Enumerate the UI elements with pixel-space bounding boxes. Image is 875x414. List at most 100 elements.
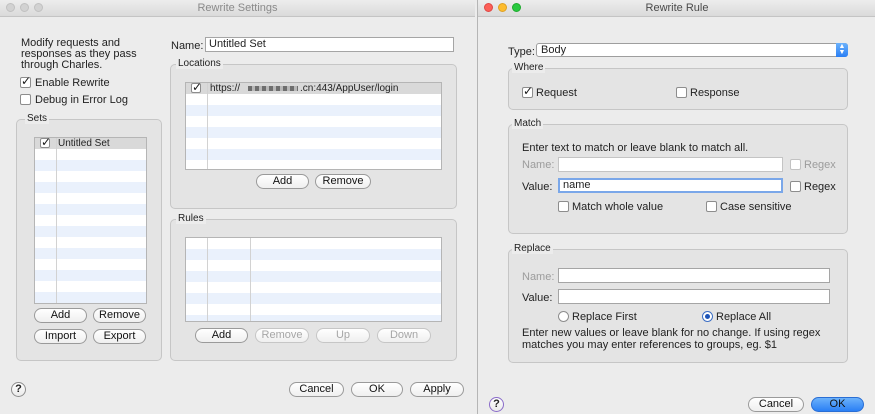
match-hint: Enter text to match or leave blank to ma…: [522, 142, 749, 154]
where-legend: Where: [512, 62, 546, 73]
table-row: [186, 105, 441, 116]
replace-first-radio[interactable]: [558, 311, 569, 322]
sets-import-button[interactable]: Import: [34, 329, 87, 344]
close-window-icon[interactable]: [484, 3, 493, 12]
request-checkbox[interactable]: [522, 84, 533, 98]
type-select[interactable]: Body ▲ ▼: [536, 43, 848, 57]
table-row: [35, 292, 146, 303]
table-row: [35, 204, 146, 215]
replace-name-input[interactable]: [558, 268, 830, 283]
table-row: [35, 160, 146, 171]
sets-add-button[interactable]: Add: [34, 308, 87, 323]
debug-error-log-label[interactable]: Debug in Error Log: [35, 94, 128, 106]
replace-hint-line-2: matches you may enter references to grou…: [522, 339, 777, 351]
locations-legend: Locations: [176, 58, 223, 69]
set-enabled-checkbox[interactable]: [40, 138, 51, 149]
close-window-icon[interactable]: [6, 3, 15, 12]
match-whole-value-label[interactable]: Match whole value: [572, 201, 663, 213]
enable-rewrite-checkbox[interactable]: [20, 74, 31, 88]
response-checkbox[interactable]: [676, 87, 687, 98]
location-url-prefix: https://: [210, 83, 241, 94]
sets-export-button[interactable]: Export: [93, 329, 146, 344]
rules-up-button[interactable]: Up: [316, 328, 370, 343]
match-name-input[interactable]: [558, 157, 783, 172]
match-value-label: Value:: [522, 181, 553, 193]
rules-remove-button[interactable]: Remove: [255, 328, 309, 343]
table-row: [35, 182, 146, 193]
table-row: [186, 271, 441, 282]
column-divider: [207, 83, 208, 169]
location-url-suffix: .cn:443/AppUser/login: [300, 83, 399, 94]
rewrite-settings-window: Rewrite Settings Modify requests and res…: [0, 0, 475, 414]
type-select-value: Body: [541, 44, 567, 56]
match-value-regex-label[interactable]: Regex: [804, 181, 836, 193]
match-whole-value-checkbox[interactable]: [558, 201, 569, 212]
zoom-window-icon[interactable]: [512, 3, 521, 12]
sets-table[interactable]: Untitled Set: [34, 137, 147, 304]
match-name-regex-checkbox[interactable]: [790, 159, 801, 170]
sets-remove-button[interactable]: Remove: [93, 308, 146, 323]
locations-table[interactable]: https:// .cn:443/AppUser/login: [185, 82, 442, 170]
rules-down-button[interactable]: Down: [377, 328, 431, 343]
request-label[interactable]: Request: [536, 87, 577, 99]
replace-all-label[interactable]: Replace All: [716, 311, 771, 323]
column-divider: [207, 238, 208, 321]
replace-first-label[interactable]: Replace First: [572, 311, 637, 323]
window-title: Rewrite Rule: [645, 2, 709, 14]
match-name-label: Name:: [522, 159, 555, 171]
apply-button[interactable]: Apply: [410, 382, 464, 397]
set-name-input[interactable]: Untitled Set: [205, 37, 454, 52]
replace-all-radio[interactable]: [702, 311, 713, 322]
help-icon[interactable]: ?: [11, 382, 26, 397]
minimize-window-icon[interactable]: [498, 3, 507, 12]
set-name: Untitled Set: [58, 138, 110, 149]
debug-error-log-checkbox[interactable]: [20, 94, 31, 105]
up-down-arrows-icon: ▲ ▼: [836, 43, 848, 57]
cancel-button[interactable]: Cancel: [748, 397, 804, 412]
enable-rewrite-label[interactable]: Enable Rewrite: [35, 77, 110, 89]
rules-table[interactable]: [185, 237, 442, 322]
table-row: [35, 270, 146, 281]
ok-button[interactable]: OK: [811, 397, 864, 412]
replace-name-label: Name:: [522, 271, 555, 283]
table-row: [186, 249, 441, 260]
match-legend: Match: [512, 118, 544, 129]
table-row[interactable]: https:// .cn:443/AppUser/login: [186, 83, 441, 94]
replace-value-input[interactable]: [558, 289, 830, 304]
name-label: Name:: [171, 40, 204, 52]
sets-legend: Sets: [25, 113, 50, 124]
locations-add-button[interactable]: Add: [256, 174, 309, 189]
replace-value-label: Value:: [522, 292, 553, 304]
table-row: [186, 127, 441, 138]
title-bar[interactable]: Rewrite Rule: [478, 0, 875, 17]
replace-hint-line-1: Enter new values or leave blank for no c…: [522, 327, 821, 339]
minimize-window-icon[interactable]: [20, 3, 29, 12]
match-value-input[interactable]: name: [558, 178, 783, 193]
response-label[interactable]: Response: [690, 87, 740, 99]
case-sensitive-label[interactable]: Case sensitive: [720, 201, 792, 213]
table-row: [186, 315, 441, 321]
rewrite-rule-window: Rewrite Rule Type: Body ▲▼ Where Request…: [477, 0, 875, 414]
rules-add-button[interactable]: Add: [195, 328, 248, 343]
ok-button[interactable]: OK: [351, 382, 403, 397]
description-line-3: through Charles.: [21, 59, 103, 71]
zoom-window-icon[interactable]: [34, 3, 43, 12]
column-divider: [250, 238, 251, 321]
window-controls: [484, 3, 521, 12]
redacted-host: [248, 86, 298, 91]
title-bar[interactable]: Rewrite Settings: [0, 0, 475, 17]
match-value-regex-checkbox[interactable]: [790, 181, 801, 192]
table-row: [186, 149, 441, 160]
match-name-regex-label[interactable]: Regex: [804, 159, 836, 171]
help-icon[interactable]: ?: [489, 397, 504, 412]
case-sensitive-checkbox[interactable]: [706, 201, 717, 212]
column-divider: [56, 138, 57, 303]
location-enabled-checkbox[interactable]: [191, 83, 202, 94]
locations-remove-button[interactable]: Remove: [315, 174, 371, 189]
table-row: [35, 226, 146, 237]
table-row: [186, 293, 441, 304]
window-controls: [6, 3, 43, 12]
table-row[interactable]: Untitled Set: [35, 138, 146, 149]
replace-legend: Replace: [512, 243, 553, 254]
cancel-button[interactable]: Cancel: [289, 382, 344, 397]
